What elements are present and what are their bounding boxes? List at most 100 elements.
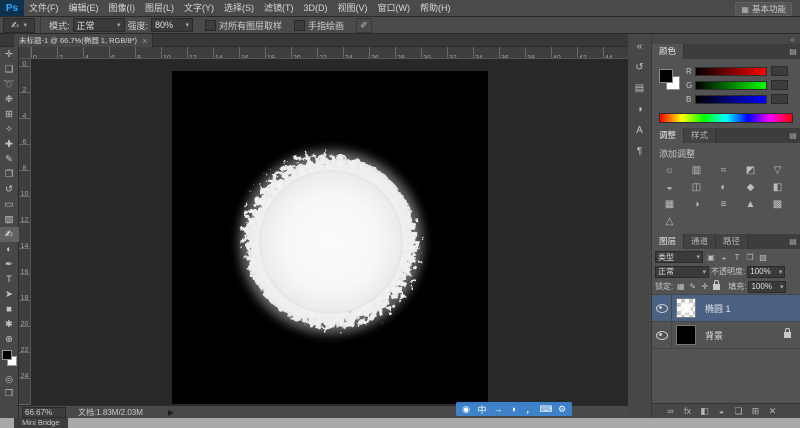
threshold-icon[interactable]: ▲ (737, 196, 764, 213)
color-slider-value[interactable] (771, 94, 788, 104)
ime-keyboard-icon[interactable]: ⌨ (539, 404, 553, 415)
history-panel-icon[interactable]: ↺ (630, 59, 650, 76)
zoom-tool[interactable]: ⊕ (0, 332, 19, 347)
menu-item[interactable]: 选择(S) (219, 0, 259, 16)
menu-item[interactable]: 图层(L) (140, 0, 179, 16)
path-selection-tool[interactable]: ➤ (0, 287, 19, 302)
lock-all-icon[interactable] (711, 281, 722, 292)
panel-menu-icon[interactable]: ▤ (786, 44, 800, 59)
filter-adjustment-layers-icon[interactable]: ◒ (718, 252, 730, 263)
filter-pixel-layers-icon[interactable]: ▣ (705, 252, 717, 263)
tab-调整[interactable]: 调整 (652, 128, 684, 143)
ime-fullwidth-icon[interactable]: ◗ (507, 404, 521, 414)
eyedropper-tool[interactable]: ✧ (0, 122, 19, 137)
new-group-icon[interactable]: ❏ (732, 406, 745, 417)
quick-mask-icon[interactable]: ◎ (0, 372, 19, 386)
tab-color[interactable]: 颜色 (652, 44, 684, 59)
color-slider-green[interactable]: G (686, 80, 788, 90)
status-popup-arrow-icon[interactable]: ▶ (168, 408, 174, 417)
pen-tool[interactable]: ✒ (0, 257, 19, 272)
zoom-level-field[interactable]: 66.67% (22, 407, 66, 418)
menu-item[interactable]: 滤镜(T) (259, 0, 299, 16)
clone-stamp-tool[interactable]: ❐ (0, 167, 19, 182)
menu-item[interactable]: 编辑(E) (64, 0, 104, 16)
panel-menu-icon[interactable]: ▤ (786, 128, 800, 143)
black-white-icon[interactable]: ◐ (710, 179, 737, 196)
vibrance-icon[interactable]: ▽ (764, 162, 791, 179)
dodge-tool[interactable]: ◐ (0, 242, 19, 257)
hue-saturation-icon[interactable]: ◒ (656, 179, 683, 196)
menu-item[interactable]: 文字(Y) (179, 0, 219, 16)
color-slider-red[interactable]: R (686, 66, 788, 76)
selective-color-icon[interactable]: △ (656, 213, 683, 230)
healing-brush-tool[interactable]: ✚ (0, 137, 19, 152)
ime-logo-icon[interactable]: ◉ (459, 404, 473, 415)
color-spectrum-ramp[interactable] (659, 113, 793, 123)
crop-tool[interactable]: ⊞ (0, 107, 19, 122)
fur-ball-image[interactable] (216, 127, 446, 357)
menu-item[interactable]: 文件(F) (24, 0, 64, 16)
character-panel-icon[interactable]: A (630, 122, 650, 139)
tool-preset-picker[interactable]: ✍ ▾ (3, 18, 35, 33)
filter-type-layers-icon[interactable]: T (731, 252, 743, 263)
history-brush-tool[interactable]: ↺ (0, 182, 19, 197)
menu-item[interactable]: 窗口(W) (373, 0, 416, 16)
screen-mode-icon[interactable]: ❒ (0, 386, 19, 400)
shape-tool[interactable]: ■ (0, 302, 19, 317)
gradient-tool[interactable]: ▨ (0, 212, 19, 227)
color-slider-blue[interactable]: B (686, 94, 788, 104)
tab-图层[interactable]: 图层 (652, 234, 684, 249)
curves-icon[interactable]: ≈ (710, 162, 737, 179)
link-layers-icon[interactable]: ∞ (664, 406, 677, 416)
color-slider-value[interactable] (771, 80, 788, 90)
channel-mixer-icon[interactable]: ◧ (764, 179, 791, 196)
invert-icon[interactable]: ◑ (683, 196, 710, 213)
visibility-toggle[interactable] (652, 322, 672, 348)
fill-select[interactable]: 100% ▾ (748, 281, 786, 293)
brightness-contrast-icon[interactable]: ☼ (656, 162, 683, 179)
color-slider-bar[interactable] (695, 95, 767, 104)
foreground-color-swatch[interactable] (2, 350, 12, 360)
strength-select[interactable]: 80% ▾ (151, 18, 193, 32)
tab-样式[interactable]: 样式 (684, 128, 716, 143)
posterize-icon[interactable]: ≡ (710, 196, 737, 213)
delete-layer-icon[interactable]: ✕ (766, 406, 779, 417)
eraser-tool[interactable]: ▭ (0, 197, 19, 212)
menu-item[interactable]: 视图(V) (333, 0, 373, 16)
tablet-pressure-icon[interactable]: ✐ (356, 18, 372, 33)
ime-language-icon[interactable]: 中 (475, 403, 489, 416)
brush-tool[interactable]: ✎ (0, 152, 19, 167)
menu-item[interactable]: 帮助(H) (415, 0, 456, 16)
menu-item[interactable]: 3D(D) (299, 0, 333, 16)
lock-pixels-icon[interactable]: ✎ (687, 281, 698, 292)
hand-tool[interactable]: ✱ (0, 317, 19, 332)
ime-punctuation-icon[interactable]: ， (523, 403, 537, 416)
properties-panel-icon[interactable]: ▤ (630, 80, 650, 97)
close-icon[interactable]: × (142, 36, 147, 46)
tab-路径[interactable]: 路径 (716, 234, 748, 249)
color-slider-bar[interactable] (695, 67, 767, 76)
finger-painting-checkbox[interactable] (294, 20, 305, 31)
smudge-tool[interactable]: ✍ (0, 227, 19, 242)
marquee-tool[interactable]: ❑ (0, 62, 19, 77)
foreground-color-swatch[interactable] (659, 69, 673, 83)
lock-transparency-icon[interactable]: ▦ (675, 281, 686, 292)
add-layer-mask-icon[interactable]: ◧ (698, 406, 711, 417)
visibility-toggle[interactable] (652, 295, 672, 321)
exposure-icon[interactable]: ◩ (737, 162, 764, 179)
expand-dock-icon[interactable]: « (630, 38, 650, 55)
canvas-document[interactable] (172, 71, 488, 404)
layer-style-icon[interactable]: fx (681, 406, 694, 416)
collapse-dock-icon[interactable]: « (791, 35, 795, 44)
layer-filter-select[interactable]: 类型 ▾ (655, 251, 703, 263)
menu-item[interactable]: 图像(I) (104, 0, 141, 16)
new-adjustment-layer-icon[interactable]: ◒ (715, 406, 728, 416)
levels-icon[interactable]: ▥ (683, 162, 710, 179)
layer-row[interactable]: 椭圆 1 (652, 295, 800, 322)
document-tab[interactable]: 未标题-1 @ 66.7%(椭圆 1, RGB/8*) × (14, 34, 153, 47)
photo-filter-icon[interactable]: ◆ (737, 179, 764, 196)
workspace-switcher[interactable]: ▦ 基本功能 (735, 2, 792, 16)
paragraph-panel-icon[interactable]: ¶ (630, 143, 650, 160)
toolbox-color-swatches[interactable] (0, 350, 19, 372)
lock-position-icon[interactable]: ✛ (699, 281, 710, 292)
